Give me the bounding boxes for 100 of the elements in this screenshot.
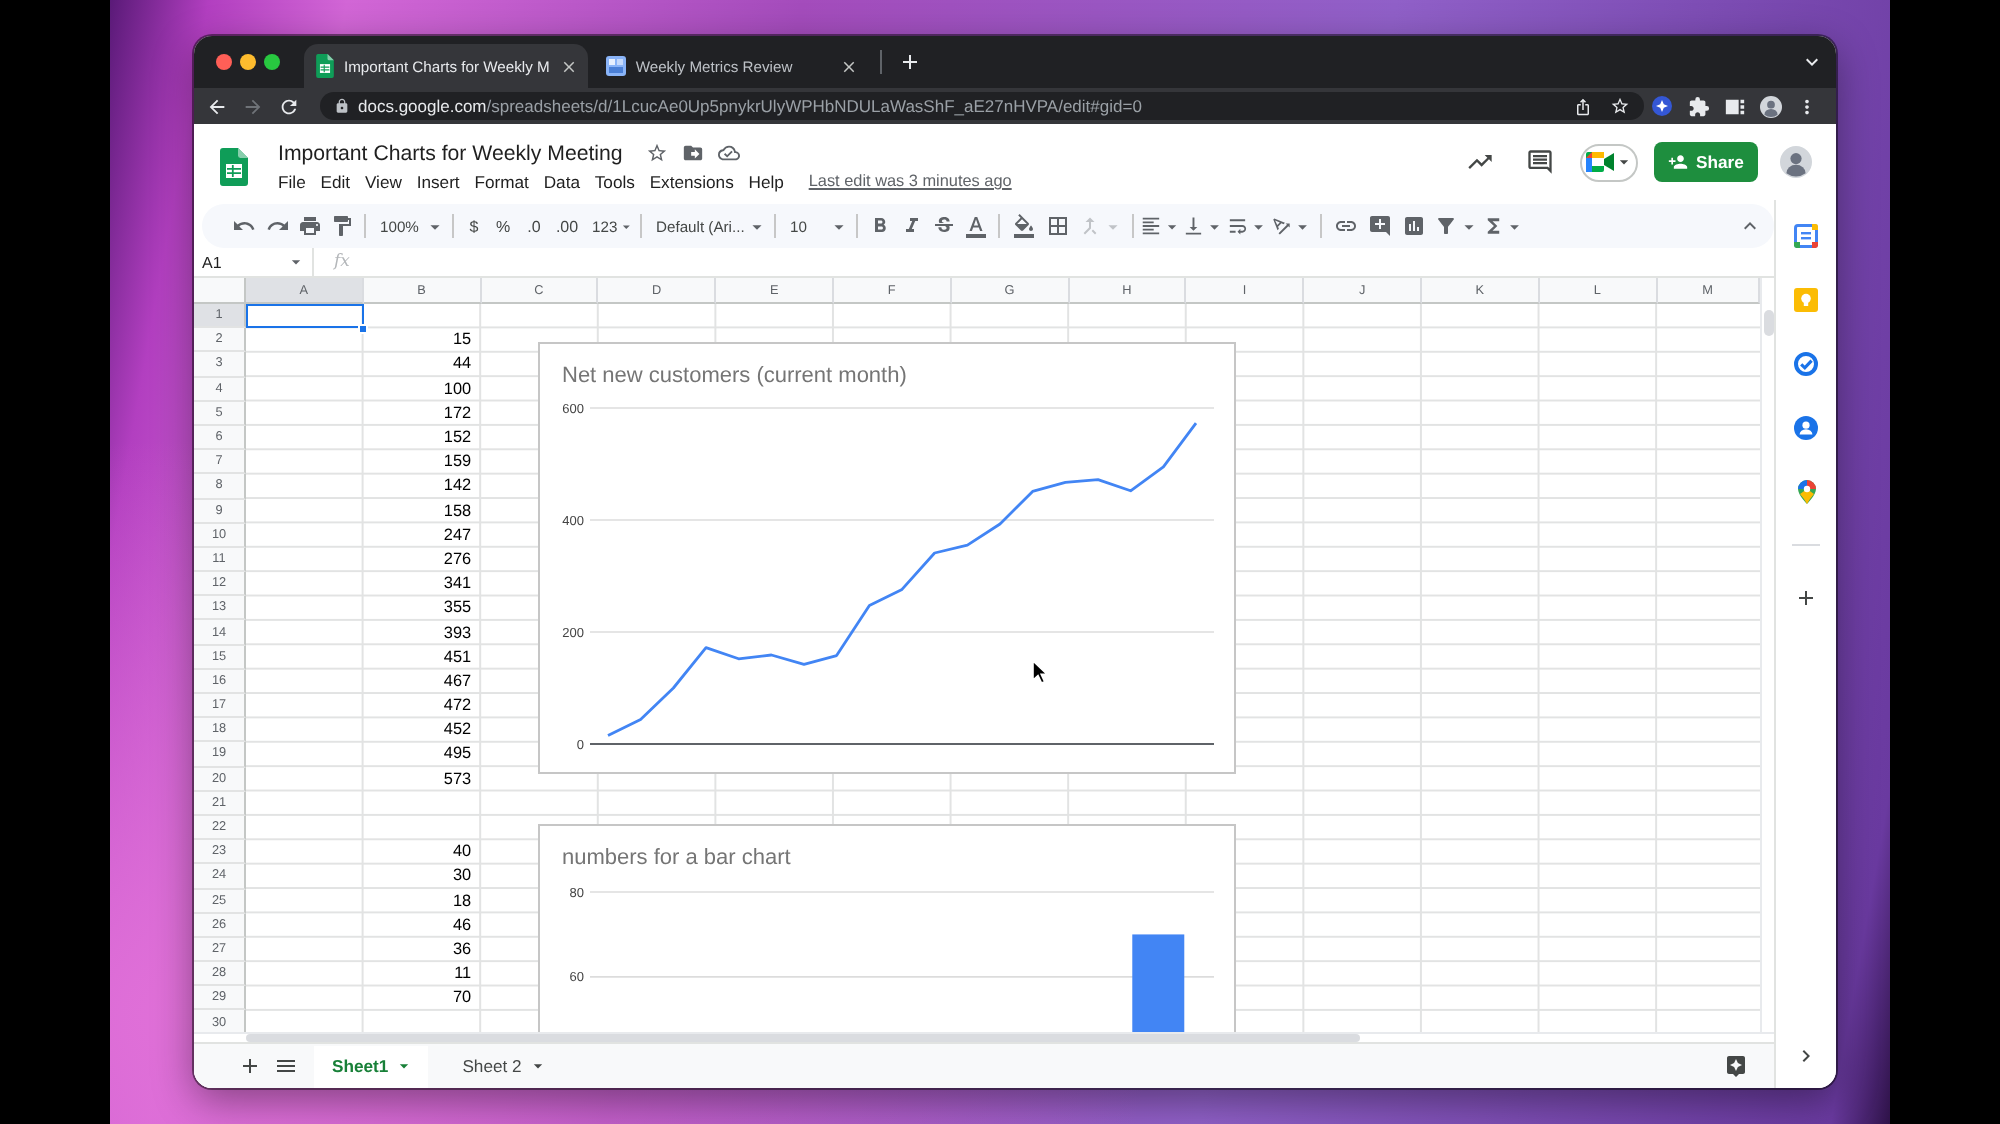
table-cell[interactable]: 495 [363, 742, 480, 766]
menu-item[interactable]: View [364, 171, 402, 191]
person-add-icon [1668, 152, 1689, 172]
paint-roller-icon[interactable] [330, 214, 354, 238]
share-box-icon[interactable] [1574, 97, 1592, 115]
table-cell[interactable]: 70 [363, 986, 480, 1009]
star-icon[interactable] [1610, 96, 1630, 116]
table-cell[interactable]: 159 [363, 450, 480, 473]
puzzle-piece-icon[interactable] [1687, 95, 1709, 117]
video-call-button[interactable] [1580, 143, 1638, 181]
table-cell[interactable]: 467 [363, 669, 480, 692]
table-cell[interactable]: 158 [363, 499, 480, 522]
round-app-icon[interactable] [1652, 96, 1672, 116]
bar-chart-icon[interactable] [1401, 214, 1425, 238]
table-cell[interactable]: 247 [363, 523, 480, 546]
sparkle-box-icon[interactable] [1724, 1054, 1748, 1078]
table-cell[interactable]: 11 [363, 962, 480, 985]
folder-arrow-icon[interactable] [682, 142, 705, 164]
plus-icon[interactable] [897, 50, 922, 74]
table-cell[interactable]: 44 [363, 352, 480, 376]
table-cell[interactable]: 472 [363, 694, 480, 717]
close-window-button[interactable] [216, 54, 232, 70]
table-cell[interactable]: 393 [363, 620, 480, 644]
table-cell[interactable]: 451 [363, 645, 480, 668]
rotated-text-icon [1270, 214, 1293, 238]
document-title[interactable]: Important Charts for Weekly Meeting [278, 141, 623, 165]
table-cell[interactable]: 276 [363, 547, 480, 571]
table-cell[interactable]: 15 [363, 328, 480, 351]
chart-title: numbers for a bar chart [562, 846, 791, 870]
scrollbar-thumb[interactable] [1763, 310, 1773, 336]
table-cell[interactable]: 18 [363, 889, 480, 912]
mouse-pointer-icon [1032, 660, 1048, 684]
borders-grid-icon[interactable] [1045, 214, 1069, 238]
person-circle-icon[interactable] [1794, 416, 1818, 440]
avatar-icon[interactable] [1759, 95, 1781, 117]
menu-item[interactable]: File [278, 171, 306, 191]
printer-icon[interactable] [298, 214, 322, 238]
sheet-tab[interactable]: Sheet1 [314, 1045, 429, 1087]
funnel-icon [1433, 214, 1457, 238]
table-cell[interactable]: 30 [363, 864, 480, 887]
table-cell[interactable]: 152 [363, 425, 480, 449]
menu-item[interactable]: Format [474, 171, 529, 191]
menu-item[interactable]: Insert [416, 171, 460, 191]
check-circle-icon[interactable] [1794, 352, 1818, 376]
minimize-window-button[interactable] [240, 54, 256, 70]
avatar-icon[interactable] [1780, 146, 1812, 178]
left-arrow-icon[interactable] [205, 95, 227, 117]
vertical-scrollbar[interactable] [1760, 278, 1774, 1032]
reload-icon[interactable] [277, 95, 299, 117]
plus-icon[interactable] [1794, 586, 1818, 610]
lock-icon [334, 98, 350, 114]
last-edit-link[interactable]: Last edit was 3 minutes ago [808, 172, 1012, 190]
strikethrough-icon[interactable] [932, 214, 956, 238]
table-cell[interactable]: 355 [363, 596, 480, 619]
currency-format-button[interactable]: $ [460, 208, 488, 244]
table-cell[interactable]: 40 [363, 840, 480, 863]
table-cell[interactable]: 341 [363, 572, 480, 595]
table-cell[interactable]: 36 [363, 937, 480, 961]
url-field[interactable]: docs.google.com/spreadsheets/d/1LcucAe0Up5pnykrUlyWPHbNDULaWasShF_aE27nHVPA/edit#gid=0 [320, 92, 1644, 120]
function-label: fx [334, 252, 350, 272]
close-icon[interactable] [559, 57, 578, 75]
add-comment-icon[interactable] [1367, 214, 1391, 238]
square-handle-icon[interactable] [358, 323, 369, 334]
paint-bucket-icon[interactable] [1011, 214, 1035, 238]
list-icon[interactable] [274, 1054, 298, 1078]
star-icon[interactable] [646, 142, 669, 164]
cloud-check-icon[interactable] [718, 142, 741, 164]
table-cell[interactable]: 172 [363, 401, 480, 424]
menu-item[interactable]: Tools [594, 171, 635, 191]
sheet-tab[interactable]: Sheet 2 [444, 1045, 562, 1087]
table-cell[interactable]: 573 [363, 767, 480, 790]
menu-item[interactable]: Data [543, 171, 580, 191]
maximize-window-button[interactable] [264, 54, 280, 70]
percent-format-button[interactable]: % [488, 208, 518, 244]
calendar-icon[interactable] [1794, 224, 1818, 248]
menu-item[interactable]: Extensions [649, 171, 734, 191]
side-panel-icon[interactable] [1723, 95, 1745, 117]
close-icon[interactable] [839, 57, 858, 75]
menu-item[interactable]: Help [748, 171, 784, 191]
map-pin-icon[interactable] [1797, 480, 1815, 504]
increase-decimals-button[interactable]: .00 [550, 208, 584, 244]
chart-title: Net new customers (current month) [562, 364, 907, 388]
selected-cell[interactable] [245, 303, 364, 329]
text-color-icon[interactable] [964, 214, 988, 238]
sigma-icon [1482, 214, 1505, 238]
table-cell[interactable]: 142 [363, 474, 480, 497]
plus-icon[interactable] [238, 1054, 262, 1078]
table-cell[interactable]: 46 [363, 913, 480, 936]
spreadsheet-icon [316, 54, 334, 78]
decrease-decimals-button[interactable]: .0 [518, 208, 550, 244]
share-button[interactable]: Share [1654, 142, 1758, 182]
menu-item[interactable]: Edit [320, 171, 351, 191]
table-cell[interactable]: 452 [363, 718, 480, 741]
comment-icon[interactable] [1526, 148, 1554, 176]
table-cell[interactable]: 100 [363, 377, 480, 400]
url-text: docs.google.com/spreadsheets/d/1LcucAe0Up5pnykrUlyWPHbNDULaWasShF_aE27nHVPA/edit#gid=0 [358, 96, 1144, 116]
name-box[interactable]: A1 [194, 248, 314, 276]
align-left-icon [1140, 214, 1162, 238]
wrap-text-icon [1226, 214, 1249, 238]
italic-icon[interactable] [900, 214, 924, 238]
